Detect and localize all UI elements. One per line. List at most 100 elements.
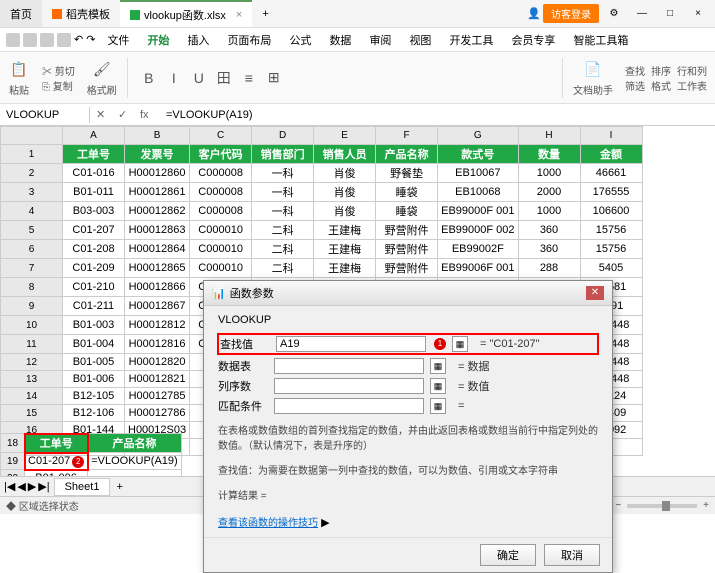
param2-label: 数据表 — [218, 358, 268, 374]
zoom-slider[interactable] — [627, 504, 697, 508]
param1-input[interactable] — [276, 336, 426, 352]
login-button[interactable]: 访客登录 — [543, 4, 599, 23]
param3-label: 列序数 — [218, 378, 268, 394]
param3-result: = 数值 — [458, 378, 489, 394]
worksheet-button[interactable]: 工作表 — [677, 78, 707, 93]
zoom-out-icon[interactable]: − — [615, 500, 621, 511]
dialog-close-button[interactable]: ✕ — [586, 286, 604, 300]
cut-icon: ✂ — [42, 67, 52, 78]
merge-icon[interactable]: ⊞ — [263, 67, 285, 89]
paste-group[interactable]: 📋粘贴 — [4, 58, 34, 97]
ref-button-3[interactable]: ▦ — [430, 378, 446, 394]
copy-icon: ⎘ — [42, 82, 50, 93]
minimize-button[interactable]: — — [629, 4, 655, 24]
param1-result: = "C01-207" — [480, 338, 540, 350]
tab-home[interactable]: 首页 — [0, 0, 42, 27]
underline-icon[interactable]: U — [188, 67, 210, 89]
function-name: VLOOKUP — [218, 314, 598, 326]
accept-fx-icon[interactable]: ✓ — [118, 108, 134, 121]
menu-formula[interactable]: 公式 — [283, 30, 317, 50]
menu-layout[interactable]: 页面布局 — [221, 30, 277, 50]
preview-icon[interactable] — [57, 33, 71, 47]
italic-icon[interactable]: I — [163, 67, 185, 89]
maximize-button[interactable]: □ — [657, 4, 683, 24]
menu-icon[interactable] — [6, 33, 20, 47]
status-text: ◆ 区域选择状态 — [6, 498, 79, 513]
format-button[interactable]: 格式 — [651, 78, 671, 93]
menu-review[interactable]: 审阅 — [363, 30, 397, 50]
add-sheet-button[interactable]: + — [110, 481, 128, 493]
formula-input[interactable]: =VLOOKUP(A19) — [162, 107, 715, 123]
settings-icon[interactable]: ⚙ — [601, 4, 627, 24]
menu-start[interactable]: 开始 — [141, 30, 175, 50]
menu-data[interactable]: 数据 — [323, 30, 357, 50]
function-args-dialog: 📊 函数参数 ✕ VLOOKUP 查找值 1 ▦ = "C01-207" 数据表… — [203, 280, 613, 573]
prev-sheet-icon[interactable]: ◀ — [17, 480, 25, 493]
border-icon[interactable]: 田 — [213, 67, 235, 89]
param4-label: 匹配条件 — [218, 398, 268, 414]
menu-insert[interactable]: 插入 — [181, 30, 215, 50]
redo-icon[interactable]: ↷ — [86, 33, 95, 46]
dialog-icon: 📊 — [212, 287, 226, 300]
function-description: 在表格或数值数组的首列查找指定的数值，并由此返回表格或数组当前行中指定列处的数值… — [218, 424, 598, 454]
param3-input[interactable] — [274, 378, 424, 394]
excel-icon — [130, 10, 140, 20]
rowcol-button[interactable]: 行和列 — [677, 63, 707, 78]
help-link[interactable]: 查看该函数的操作技巧 — [218, 518, 318, 529]
doc-assist[interactable]: 📄文档助手 — [569, 58, 617, 97]
ok-button[interactable]: 确定 — [480, 544, 536, 566]
menu-view[interactable]: 视图 — [403, 30, 437, 50]
param2-result: = 数据 — [458, 358, 489, 374]
save-icon[interactable] — [23, 33, 37, 47]
template-icon — [52, 9, 62, 19]
cancel-button[interactable]: 取消 — [544, 544, 600, 566]
close-icon[interactable]: × — [236, 9, 242, 21]
play-icon: ▶ — [321, 517, 329, 529]
close-button[interactable]: × — [685, 4, 711, 24]
last-sheet-icon[interactable]: ▶| — [38, 480, 49, 493]
tab-file[interactable]: vlookup函数.xlsx× — [120, 0, 252, 27]
name-box[interactable]: VLOOKUP — [0, 107, 90, 123]
dialog-titlebar[interactable]: 📊 函数参数 ✕ — [204, 281, 612, 306]
cut-button[interactable]: ✂ 剪切 — [42, 63, 75, 78]
toolbar: 📋粘贴 ✂ 剪切 ⎘ 复制 🖌格式刷 B I U 田 ≡ ⊞ 📄文档助手 查找筛… — [0, 52, 715, 104]
menubar: ↶ ↷ 文件 开始 插入 页面布局 公式 数据 审阅 视图 开发工具 会员专享 … — [0, 28, 715, 52]
menu-vip[interactable]: 会员专享 — [505, 30, 561, 50]
badge-1: 1 — [434, 338, 446, 350]
align-icon[interactable]: ≡ — [238, 67, 260, 89]
copy-button[interactable]: ⎘ 复制 — [42, 78, 75, 93]
print-icon[interactable] — [40, 33, 54, 47]
fx-icon[interactable]: fx — [140, 109, 156, 121]
titlebar: 首页 稻壳模板 vlookup函数.xlsx× + 👤 访客登录 ⚙ — □ × — [0, 0, 715, 28]
param4-input[interactable] — [274, 398, 424, 414]
menu-smart[interactable]: 智能工具箱 — [567, 30, 634, 50]
tab-add[interactable]: + — [252, 0, 278, 27]
param4-result: = — [458, 400, 464, 412]
cancel-fx-icon[interactable]: ✕ — [96, 108, 112, 121]
menu-file[interactable]: 文件 — [101, 30, 135, 50]
bold-icon[interactable]: B — [138, 67, 160, 89]
sort-button[interactable]: 排序 — [651, 63, 671, 78]
filter-button[interactable]: 筛选 — [625, 78, 645, 93]
param2-input[interactable] — [274, 358, 424, 374]
next-sheet-icon[interactable]: ▶ — [28, 480, 36, 493]
format-painter[interactable]: 🖌格式刷 — [83, 58, 121, 97]
undo-icon[interactable]: ↶ — [74, 33, 83, 46]
formula-bar: VLOOKUP ✕ ✓ fx =VLOOKUP(A19) — [0, 104, 715, 126]
menu-dev[interactable]: 开发工具 — [443, 30, 499, 50]
param-description: 查找值：为需要在数据第一列中查找的数值，可以为数值、引用或文本字符串 — [218, 464, 598, 479]
user-icon[interactable]: 👤 — [527, 7, 541, 20]
sheet-tab[interactable]: Sheet1 — [54, 478, 111, 496]
brush-icon: 🖌 — [91, 58, 113, 80]
first-sheet-icon[interactable]: |◀ — [4, 480, 15, 493]
assist-icon: 📄 — [582, 58, 604, 80]
find-button[interactable]: 查找 — [625, 63, 645, 78]
tab-template[interactable]: 稻壳模板 — [42, 0, 120, 27]
ref-button-2[interactable]: ▦ — [430, 358, 446, 374]
paste-icon: 📋 — [8, 58, 30, 80]
param1-label: 查找值 — [220, 336, 270, 352]
zoom-in-icon[interactable]: + — [703, 500, 709, 511]
ref-button-1[interactable]: ▦ — [452, 336, 468, 352]
ref-button-4[interactable]: ▦ — [430, 398, 446, 414]
calc-result: 计算结果 = — [218, 489, 598, 504]
